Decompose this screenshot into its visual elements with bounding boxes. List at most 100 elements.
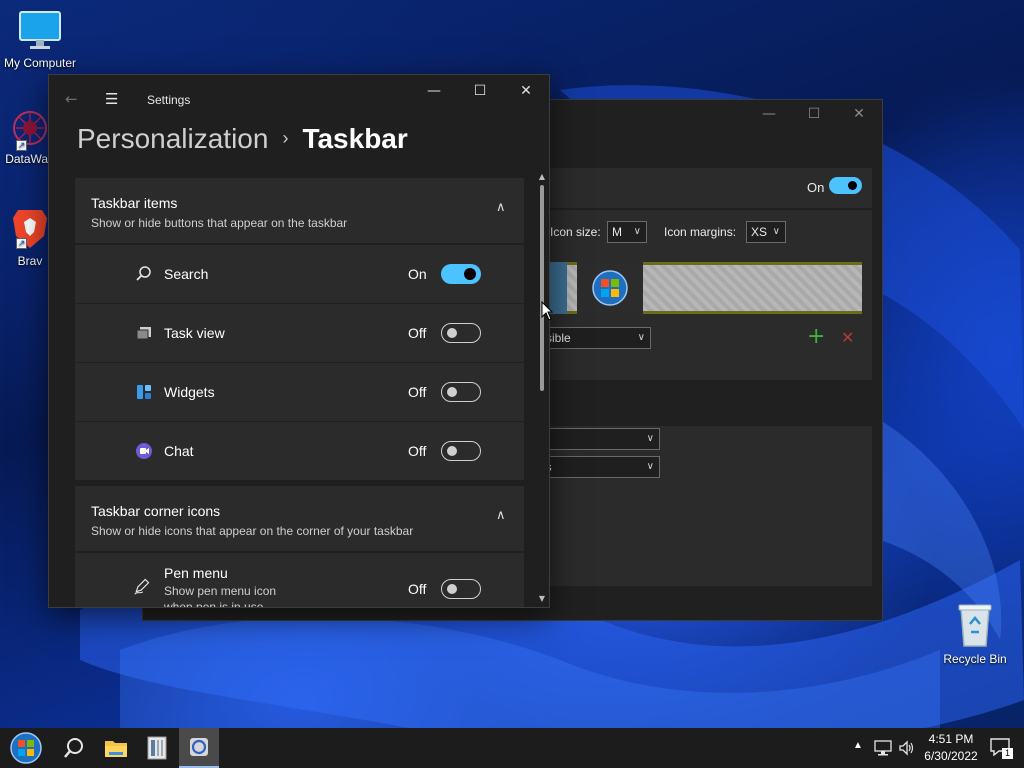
monitor-icon — [19, 11, 61, 49]
desktop-icon-label: Brav — [17, 254, 43, 268]
icon-margins-select[interactable]: XS ∨ — [746, 221, 786, 243]
row-label: Task view — [164, 325, 225, 341]
task-view-toggle[interactable] — [441, 323, 481, 343]
section-subtitle: Show or hide icons that appear on the co… — [91, 524, 414, 538]
feature-toggle[interactable] — [829, 177, 862, 194]
desktop-icon-label: Recycle Bin — [943, 652, 1007, 666]
mouse-cursor-icon — [541, 301, 553, 321]
row-label: Pen menu — [164, 565, 228, 581]
row-state: On — [408, 266, 427, 282]
chevron-down-icon: ∨ — [646, 461, 654, 472]
setting-row-task-view: Task view Off — [75, 304, 524, 362]
setting-row-search: Search On — [75, 245, 524, 303]
clock-time: 4:51 PM — [928, 732, 974, 746]
chevron-up-icon[interactable]: ∧ — [496, 508, 508, 523]
setting-row-chat: Chat Off — [75, 422, 524, 480]
chevron-down-icon: ∨ — [633, 226, 641, 237]
volume-icon[interactable] — [898, 739, 916, 757]
close-button[interactable]: ✕ — [511, 83, 541, 103]
search-icon — [64, 738, 83, 758]
chevron-down-icon: ∨ — [646, 433, 654, 444]
taskbar-corner-icons-header[interactable]: Taskbar corner icons Show or hide icons … — [75, 486, 524, 551]
desktop-icon-label: My Computer — [3, 56, 77, 70]
recycle-bin-icon — [958, 604, 992, 647]
icon-size-select[interactable]: M ∨ — [607, 221, 647, 243]
settings-window[interactable]: ← ☰ Settings — ☐ ✕ Personalization › Taskb… — [48, 74, 550, 608]
widgets-icon — [137, 385, 151, 399]
maximize-button[interactable]: ☐ — [802, 106, 826, 124]
remove-icon[interactable]: ✕ — [841, 328, 854, 347]
notification-badge: 1 — [1002, 748, 1013, 759]
chevron-down-icon: ∨ — [772, 226, 780, 237]
row-label: Search — [164, 266, 209, 282]
row-state: Off — [408, 384, 427, 400]
row-label: Chat — [164, 443, 194, 459]
icon-size-label: Icon size: — [550, 225, 601, 239]
folder-icon — [105, 741, 127, 757]
visibility-select[interactable]: sible ∨ — [541, 327, 651, 349]
chevron-down-icon: ∨ — [637, 332, 645, 343]
app-button[interactable] — [137, 728, 177, 768]
row-state: Off — [408, 325, 427, 341]
option-select-one[interactable]: ∨ — [538, 428, 660, 450]
shortcut-arrow-icon: ↗ — [16, 140, 27, 151]
widgets-toggle[interactable] — [441, 382, 481, 402]
close-button[interactable]: ✕ — [847, 106, 871, 124]
breadcrumb: Personalization › Taskbar — [77, 123, 408, 155]
minimize-button[interactable]: — — [419, 83, 449, 103]
chat-icon — [136, 443, 152, 459]
row-description: when pen is in use — [164, 600, 264, 608]
taskbar-preview — [547, 262, 862, 314]
windows-orb-icon — [592, 270, 628, 306]
search-button[interactable] — [54, 728, 94, 768]
clock[interactable]: 4:51 PM 6/30/2022 — [920, 731, 982, 765]
taskbar-items-header[interactable]: Taskbar items Show or hide buttons that … — [75, 178, 524, 243]
toggle-state-label: On — [807, 180, 825, 195]
window-title: Settings — [147, 93, 191, 107]
shortcut-arrow-icon: ↗ — [16, 238, 27, 249]
option-select-two[interactable]: ls ∨ — [538, 456, 660, 478]
maximize-button[interactable]: ☐ — [465, 83, 495, 103]
search-toggle[interactable] — [441, 264, 481, 284]
page-title: Taskbar — [302, 123, 408, 154]
notification-center-button[interactable]: 1 — [990, 738, 1014, 760]
section-title: Taskbar items — [91, 195, 178, 211]
chevron-up-icon[interactable]: ∧ — [496, 200, 508, 215]
breadcrumb-parent[interactable]: Personalization — [77, 123, 268, 154]
row-label: Widgets — [164, 384, 215, 400]
add-icon[interactable]: + — [807, 324, 825, 349]
icon-margins-label: Icon margins: — [664, 225, 737, 239]
scrollbar[interactable]: ▲ ▼ — [538, 173, 546, 605]
pen-icon — [134, 578, 150, 595]
settings-app-button[interactable] — [179, 728, 219, 768]
search-icon — [136, 266, 151, 281]
scroll-down-icon[interactable]: ▼ — [538, 595, 546, 603]
network-icon[interactable] — [874, 740, 892, 756]
row-description: Show pen menu icon — [164, 584, 277, 598]
menu-icon[interactable]: ☰ — [105, 90, 118, 108]
row-state: Off — [408, 581, 427, 597]
scroll-thumb[interactable] — [540, 185, 544, 391]
back-button[interactable]: ← — [65, 90, 78, 108]
breadcrumb-separator-icon: › — [282, 128, 289, 148]
chat-toggle[interactable] — [441, 441, 481, 461]
windows-orb-icon — [10, 732, 42, 764]
file-explorer-button[interactable] — [96, 728, 136, 768]
row-state: Off — [408, 443, 427, 459]
desktop-icon-my-computer[interactable]: My Computer — [0, 10, 80, 70]
section-title: Taskbar corner icons — [91, 503, 221, 519]
book-icon — [147, 736, 167, 760]
scroll-up-icon[interactable]: ▲ — [538, 173, 546, 181]
taskbar: ▲ 4:51 PM 6/30/2022 1 — [0, 728, 1024, 768]
pen-menu-toggle[interactable] — [441, 579, 481, 599]
setting-row-widgets: Widgets Off — [75, 363, 524, 421]
setting-row-pen-menu: Pen menu Show pen menu icon when pen is … — [75, 553, 524, 608]
start-button[interactable] — [6, 728, 46, 768]
show-hidden-icons-chevron-up-icon[interactable]: ▲ — [853, 740, 863, 751]
desktop-icon-recycle-bin[interactable]: Recycle Bin — [935, 602, 1015, 666]
settings-app-icon — [190, 738, 208, 756]
task-view-icon — [136, 327, 151, 340]
clock-date: 6/30/2022 — [924, 749, 978, 763]
section-subtitle: Show or hide buttons that appear on the … — [91, 216, 348, 230]
minimize-button[interactable]: — — [757, 106, 781, 124]
